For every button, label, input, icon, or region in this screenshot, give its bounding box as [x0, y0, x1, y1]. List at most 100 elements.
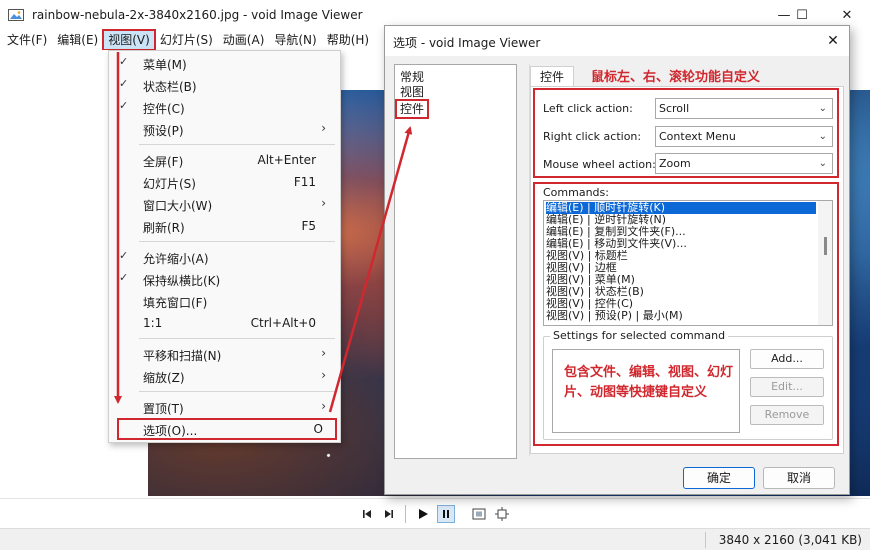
menu-navigate[interactable]: 导航(N) — [269, 30, 321, 50]
dialog-title-bar: 选项 - void Image Viewer ✕ — [385, 26, 849, 56]
app-icon — [8, 9, 24, 21]
list-item[interactable]: 视图(V) | 菜单(M) — [546, 274, 816, 286]
check-icon: ✓ — [119, 55, 129, 68]
menu-slideshow[interactable]: 幻灯片(S) — [155, 30, 218, 50]
chevron-right-icon: › — [321, 368, 326, 382]
list-item[interactable]: 编辑(E) | 移动到文件夹(V)... — [546, 238, 816, 250]
right-click-select[interactable]: Context Menu ⌄ — [655, 126, 833, 147]
options-dialog: 选项 - void Image Viewer ✕ 常规 视图 控件 控件 鼠标左… — [384, 25, 850, 495]
menu-view[interactable]: 视图(V) — [102, 29, 156, 51]
menu-item-slideshow[interactable]: 幻灯片(S) F11 — [109, 171, 340, 193]
left-click-label: Left click action: — [543, 102, 633, 115]
left-click-select[interactable]: Scroll ⌄ — [655, 98, 833, 119]
toolbar-separator — [405, 505, 406, 523]
commands-group: Commands: 编辑(E) | 顺时针旋转(K) 编辑(E) | 逆时针旋转… — [533, 182, 839, 446]
menu-item-label: 允许缩小(A) — [143, 252, 209, 266]
ok-button[interactable]: 确定 — [683, 467, 755, 489]
mouse-wheel-label: Mouse wheel action: — [543, 158, 656, 171]
list-item[interactable]: 视图(V) | 标题栏 — [546, 250, 816, 262]
nav-item-view[interactable]: 视图 — [400, 84, 424, 100]
menu-item-statusbar[interactable]: ✓ 状态栏(B) — [109, 74, 340, 96]
menu-help[interactable]: 帮助(H) — [322, 30, 374, 50]
menu-separator — [139, 391, 335, 392]
menu-item-label: 预设(P) — [143, 124, 184, 138]
commands-scrollbar[interactable] — [818, 201, 832, 325]
check-icon: ✓ — [119, 77, 129, 90]
menu-item-label: 选项(O)... — [143, 424, 198, 438]
actual-size-icon[interactable] — [493, 505, 511, 523]
chevron-right-icon: › — [321, 121, 326, 135]
view-dropdown-menu: ✓ 菜单(M) ✓ 状态栏(B) ✓ 控件(C) 预设(P) › 全屏(F) Alt+En… — [108, 50, 341, 443]
menu-item-label: 缩放(Z) — [143, 371, 185, 385]
check-icon: ✓ — [119, 271, 129, 284]
chevron-right-icon: › — [321, 346, 326, 360]
menu-animation[interactable]: 动画(A) — [218, 30, 270, 50]
menu-item-label: 状态栏(B) — [143, 80, 197, 94]
right-click-label: Right click action: — [543, 130, 642, 143]
right-click-value: Context Menu — [659, 130, 736, 143]
menu-file[interactable]: 文件(F) — [2, 30, 52, 50]
menu-item-window-size[interactable]: 窗口大小(W) › — [109, 193, 340, 215]
play-icon[interactable] — [414, 505, 432, 523]
menu-item-label: 控件(C) — [143, 102, 185, 116]
menu-item-presets[interactable]: 预设(P) › — [109, 118, 340, 140]
nav-item-controls[interactable]: 控件 — [394, 99, 430, 119]
edit-button[interactable]: Edit... — [750, 377, 824, 397]
list-item[interactable]: 编辑(E) | 逆时针旋转(N) — [546, 214, 816, 226]
menu-item-refresh[interactable]: 刷新(R) F5 — [109, 215, 340, 237]
menu-separator — [139, 241, 335, 242]
menu-item-pan-scan[interactable]: 平移和扫描(N) › — [109, 343, 340, 365]
menu-item-controls[interactable]: ✓ 控件(C) — [109, 96, 340, 118]
tab-controls[interactable]: 控件 — [530, 66, 574, 86]
menu-item-shortcut: O — [313, 422, 323, 436]
image-size-status: 3840 x 2160 (3,041 KB) — [718, 533, 862, 547]
remove-button[interactable]: Remove — [750, 405, 824, 425]
list-item[interactable]: 视图(V) | 控件(C) — [546, 298, 816, 310]
menu-item-keep-aspect[interactable]: ✓ 保持纵横比(K) — [109, 268, 340, 290]
commands-list[interactable]: 编辑(E) | 顺时针旋转(K) 编辑(E) | 逆时针旋转(N) 编辑(E) … — [543, 200, 833, 326]
menu-item-options[interactable]: 选项(O)... O — [117, 418, 337, 440]
check-icon: ✓ — [119, 249, 129, 262]
menu-item-label: 1:1 — [143, 316, 163, 330]
nav-item-general[interactable]: 常规 — [400, 69, 424, 85]
mouse-annotation: 鼠标左、右、滚轮功能自定义 — [591, 70, 761, 85]
left-click-value: Scroll — [659, 102, 690, 115]
next-icon[interactable] — [380, 505, 398, 523]
menu-item-on-top[interactable]: 置顶(T) › — [109, 396, 340, 418]
dialog-close-button[interactable]: ✕ — [823, 31, 843, 51]
menu-item-fill-window[interactable]: 填充窗口(F) — [109, 290, 340, 312]
menu-item-one-to-one[interactable]: 1:1 Ctrl+Alt+0 — [109, 312, 340, 334]
menu-item-shortcut: F11 — [293, 175, 316, 189]
menu-separator — [139, 338, 335, 339]
menu-item-label: 保持纵横比(K) — [143, 274, 221, 288]
dialog-title: 选项 - void Image Viewer — [393, 36, 541, 50]
menu-separator — [139, 144, 335, 145]
playback-toolbar — [0, 498, 870, 528]
list-item[interactable]: 视图(V) | 预设(P) | 最小(M) — [546, 310, 816, 322]
menu-item-fullscreen[interactable]: 全屏(F) Alt+Enter — [109, 149, 340, 171]
scrollbar-thumb[interactable] — [824, 237, 827, 255]
status-separator — [705, 532, 706, 548]
window-title: rainbow-nebula-2x-3840x2160.jpg - void I… — [32, 8, 363, 22]
menu-item-label: 全屏(F) — [143, 155, 184, 169]
add-button[interactable]: Add... — [750, 349, 824, 369]
previous-icon[interactable] — [358, 505, 376, 523]
pause-icon[interactable] — [437, 505, 455, 523]
mouse-wheel-select[interactable]: Zoom ⌄ — [655, 153, 833, 174]
list-item[interactable]: 视图(V) | 边框 — [546, 262, 816, 274]
mouse-wheel-value: Zoom — [659, 157, 691, 170]
fit-window-icon[interactable] — [470, 505, 488, 523]
menu-item-allow-shrink[interactable]: ✓ 允许缩小(A) — [109, 246, 340, 268]
menu-edit[interactable]: 编辑(E) — [52, 30, 103, 50]
list-item[interactable]: 编辑(E) | 顺时针旋转(K) — [546, 202, 816, 214]
cancel-button[interactable]: 取消 — [763, 467, 835, 489]
status-bar: 3840 x 2160 (3,041 KB) — [0, 528, 870, 550]
list-item[interactable]: 视图(V) | 状态栏(B) — [546, 286, 816, 298]
menu-item-zoom[interactable]: 缩放(Z) › — [109, 365, 340, 387]
menu-item-menu[interactable]: ✓ 菜单(M) — [109, 52, 340, 74]
command-settings-group: Settings for selected command 包含文件、编辑、视图… — [543, 329, 833, 440]
options-category-list: 常规 视图 控件 — [394, 64, 517, 459]
chevron-down-icon: ⌄ — [818, 131, 827, 142]
mouse-actions-group: Left click action: Scroll ⌄ Right click a… — [533, 88, 839, 178]
list-item[interactable]: 编辑(E) | 复制到文件夹(F)... — [546, 226, 816, 238]
